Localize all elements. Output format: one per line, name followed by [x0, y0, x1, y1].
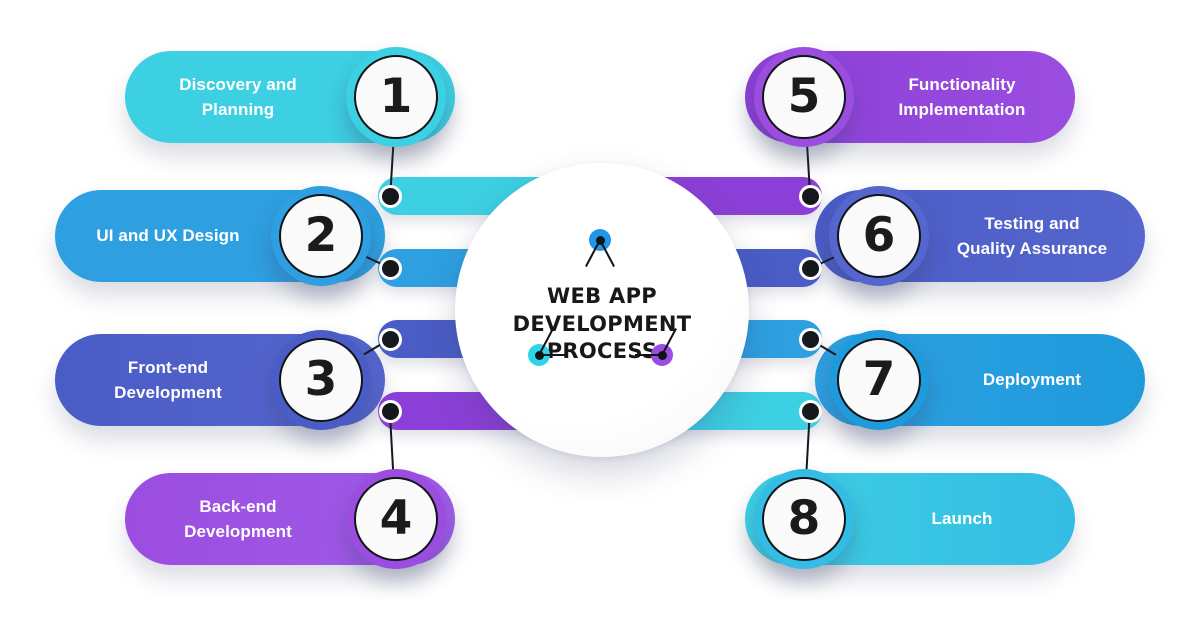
- step-number-inner-4: 4: [354, 477, 438, 561]
- step-number-circle-7[interactable]: 7: [829, 330, 929, 430]
- step-number-7: 7: [862, 351, 896, 407]
- connector-dot-5: [798, 184, 822, 208]
- step-number-circle-8[interactable]: 8: [754, 469, 854, 569]
- hub-node-bottom-right-icon: [635, 328, 677, 366]
- step-number-5: 5: [787, 68, 821, 124]
- hub-node-bottom-left-icon: [528, 328, 566, 366]
- step-number-inner-6: 6: [837, 194, 921, 278]
- step-number-2: 2: [304, 207, 338, 263]
- hub-spoke-br-left: [635, 354, 662, 356]
- connector-dot-1: [378, 184, 402, 208]
- connector-dot-6: [798, 256, 822, 280]
- step-number-4: 4: [379, 490, 413, 546]
- step-number-circle-5[interactable]: 5: [754, 47, 854, 147]
- step-number-circle-1[interactable]: 1: [346, 47, 446, 147]
- connector-dot-7: [798, 327, 822, 351]
- connector-dot-8: [798, 399, 822, 423]
- step-number-inner-1: 1: [354, 55, 438, 139]
- connector-dot-4: [378, 399, 402, 423]
- step-number-circle-3[interactable]: 3: [271, 330, 371, 430]
- hub-spoke-bl-right: [539, 354, 566, 356]
- connector-dot-3: [378, 327, 402, 351]
- step-number-inner-3: 3: [279, 338, 363, 422]
- step-number-inner-5: 5: [762, 55, 846, 139]
- step-number-1: 1: [379, 68, 413, 124]
- step-number-inner-7: 7: [837, 338, 921, 422]
- step-number-circle-6[interactable]: 6: [829, 186, 929, 286]
- center-hub: WEB APP DEVELOPMENT PROCESS: [455, 163, 749, 457]
- step-number-circle-2[interactable]: 2: [271, 186, 371, 286]
- connector-dot-2: [378, 256, 402, 280]
- step-number-6: 6: [862, 207, 896, 263]
- step-number-inner-2: 2: [279, 194, 363, 278]
- step-number-3: 3: [304, 351, 338, 407]
- hub-node-top-icon: [585, 229, 615, 267]
- step-number-circle-4[interactable]: 4: [346, 469, 446, 569]
- center-hub-title: WEB APP DEVELOPMENT PROCESS: [512, 284, 692, 364]
- step-number-8: 8: [787, 490, 821, 546]
- step-number-inner-8: 8: [762, 477, 846, 561]
- infographic-canvas: Discovery and Planning UI and UX Design …: [0, 0, 1200, 642]
